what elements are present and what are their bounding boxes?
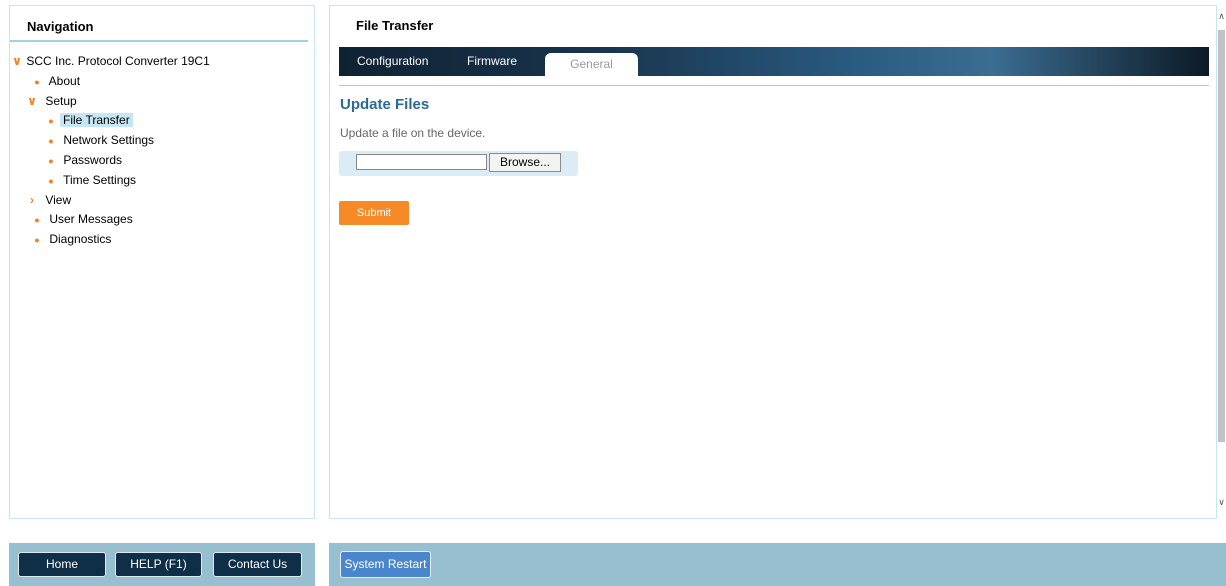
tree-item-label: View	[45, 193, 72, 207]
tree-item-file-transfer[interactable]: ● File Transfer	[48, 111, 133, 129]
scroll-up-icon[interactable]: ∧	[1217, 10, 1226, 22]
footer-right-bar: System Restart	[329, 543, 1226, 586]
tree-item-label: About	[48, 74, 81, 88]
tree-item-passwords[interactable]: ● Passwords	[48, 151, 122, 169]
navigation-title: Navigation	[10, 6, 308, 42]
chevron-right-icon[interactable]: ›	[26, 191, 38, 209]
tab-firmware[interactable]: Firmware	[467, 47, 517, 76]
tree-item-label: Time Settings	[63, 173, 137, 187]
chevron-down-icon[interactable]: ∨	[26, 92, 38, 110]
tab-bar: Configuration Firmware General	[339, 47, 1209, 76]
scroll-down-icon[interactable]: ∨	[1217, 496, 1226, 508]
page-title: File Transfer	[356, 18, 434, 33]
home-button[interactable]: Home	[18, 552, 106, 577]
contact-us-button[interactable]: Contact Us	[213, 552, 302, 577]
content-panel: File Transfer Configuration Firmware Gen…	[329, 5, 1217, 519]
browse-button[interactable]: Browse...	[489, 153, 561, 172]
submit-button[interactable]: Submit	[339, 201, 409, 225]
bullet-icon: ●	[34, 77, 40, 87]
section-heading: Update Files	[340, 96, 430, 113]
tree-item-view[interactable]: › View	[26, 191, 71, 209]
bullet-icon: ●	[34, 235, 40, 245]
section-description: Update a file on the device.	[340, 126, 486, 140]
bullet-icon: ●	[48, 116, 54, 126]
system-restart-button[interactable]: System Restart	[340, 551, 431, 578]
tree-item-label: Network Settings	[63, 133, 155, 147]
tree-item-root[interactable]: ∨ SCC Inc. Protocol Converter 19C1	[11, 52, 210, 70]
tree-item-label: Passwords	[63, 153, 123, 167]
footer-left-bar: Home HELP (F1) Contact Us	[9, 543, 315, 586]
tree-item-label: Setup	[45, 94, 77, 108]
scroll-thumb[interactable]	[1218, 30, 1225, 442]
tab-divider	[339, 85, 1209, 86]
bullet-icon: ●	[48, 136, 54, 146]
navigation-panel: Navigation ∨ SCC Inc. Protocol Converter…	[9, 5, 315, 519]
bullet-icon: ●	[48, 156, 54, 166]
file-upload-row: Browse...	[339, 151, 578, 176]
bullet-icon: ●	[48, 176, 54, 186]
tree-item-setup[interactable]: ∨ Setup	[26, 92, 77, 110]
tree-item-about[interactable]: ● About	[34, 72, 80, 90]
tree-item-time-settings[interactable]: ● Time Settings	[48, 171, 136, 189]
tab-general[interactable]: General	[545, 53, 638, 76]
tree-item-label: SCC Inc. Protocol Converter 19C1	[26, 54, 210, 68]
tree-item-user-messages[interactable]: ● User Messages	[34, 210, 133, 228]
tree-item-network-settings[interactable]: ● Network Settings	[48, 131, 154, 149]
tree-item-label: File Transfer	[60, 113, 133, 127]
chevron-down-icon[interactable]: ∨	[11, 52, 23, 70]
content-scrollbar[interactable]: ∧ ∨	[1216, 11, 1226, 520]
tree-item-label: User Messages	[49, 212, 133, 226]
tree-item-label: Diagnostics	[49, 232, 112, 246]
tab-configuration[interactable]: Configuration	[357, 47, 428, 76]
bullet-icon: ●	[34, 215, 40, 225]
file-path-input[interactable]	[356, 154, 487, 170]
tree-item-diagnostics[interactable]: ● Diagnostics	[34, 230, 111, 248]
help-button[interactable]: HELP (F1)	[115, 552, 202, 577]
